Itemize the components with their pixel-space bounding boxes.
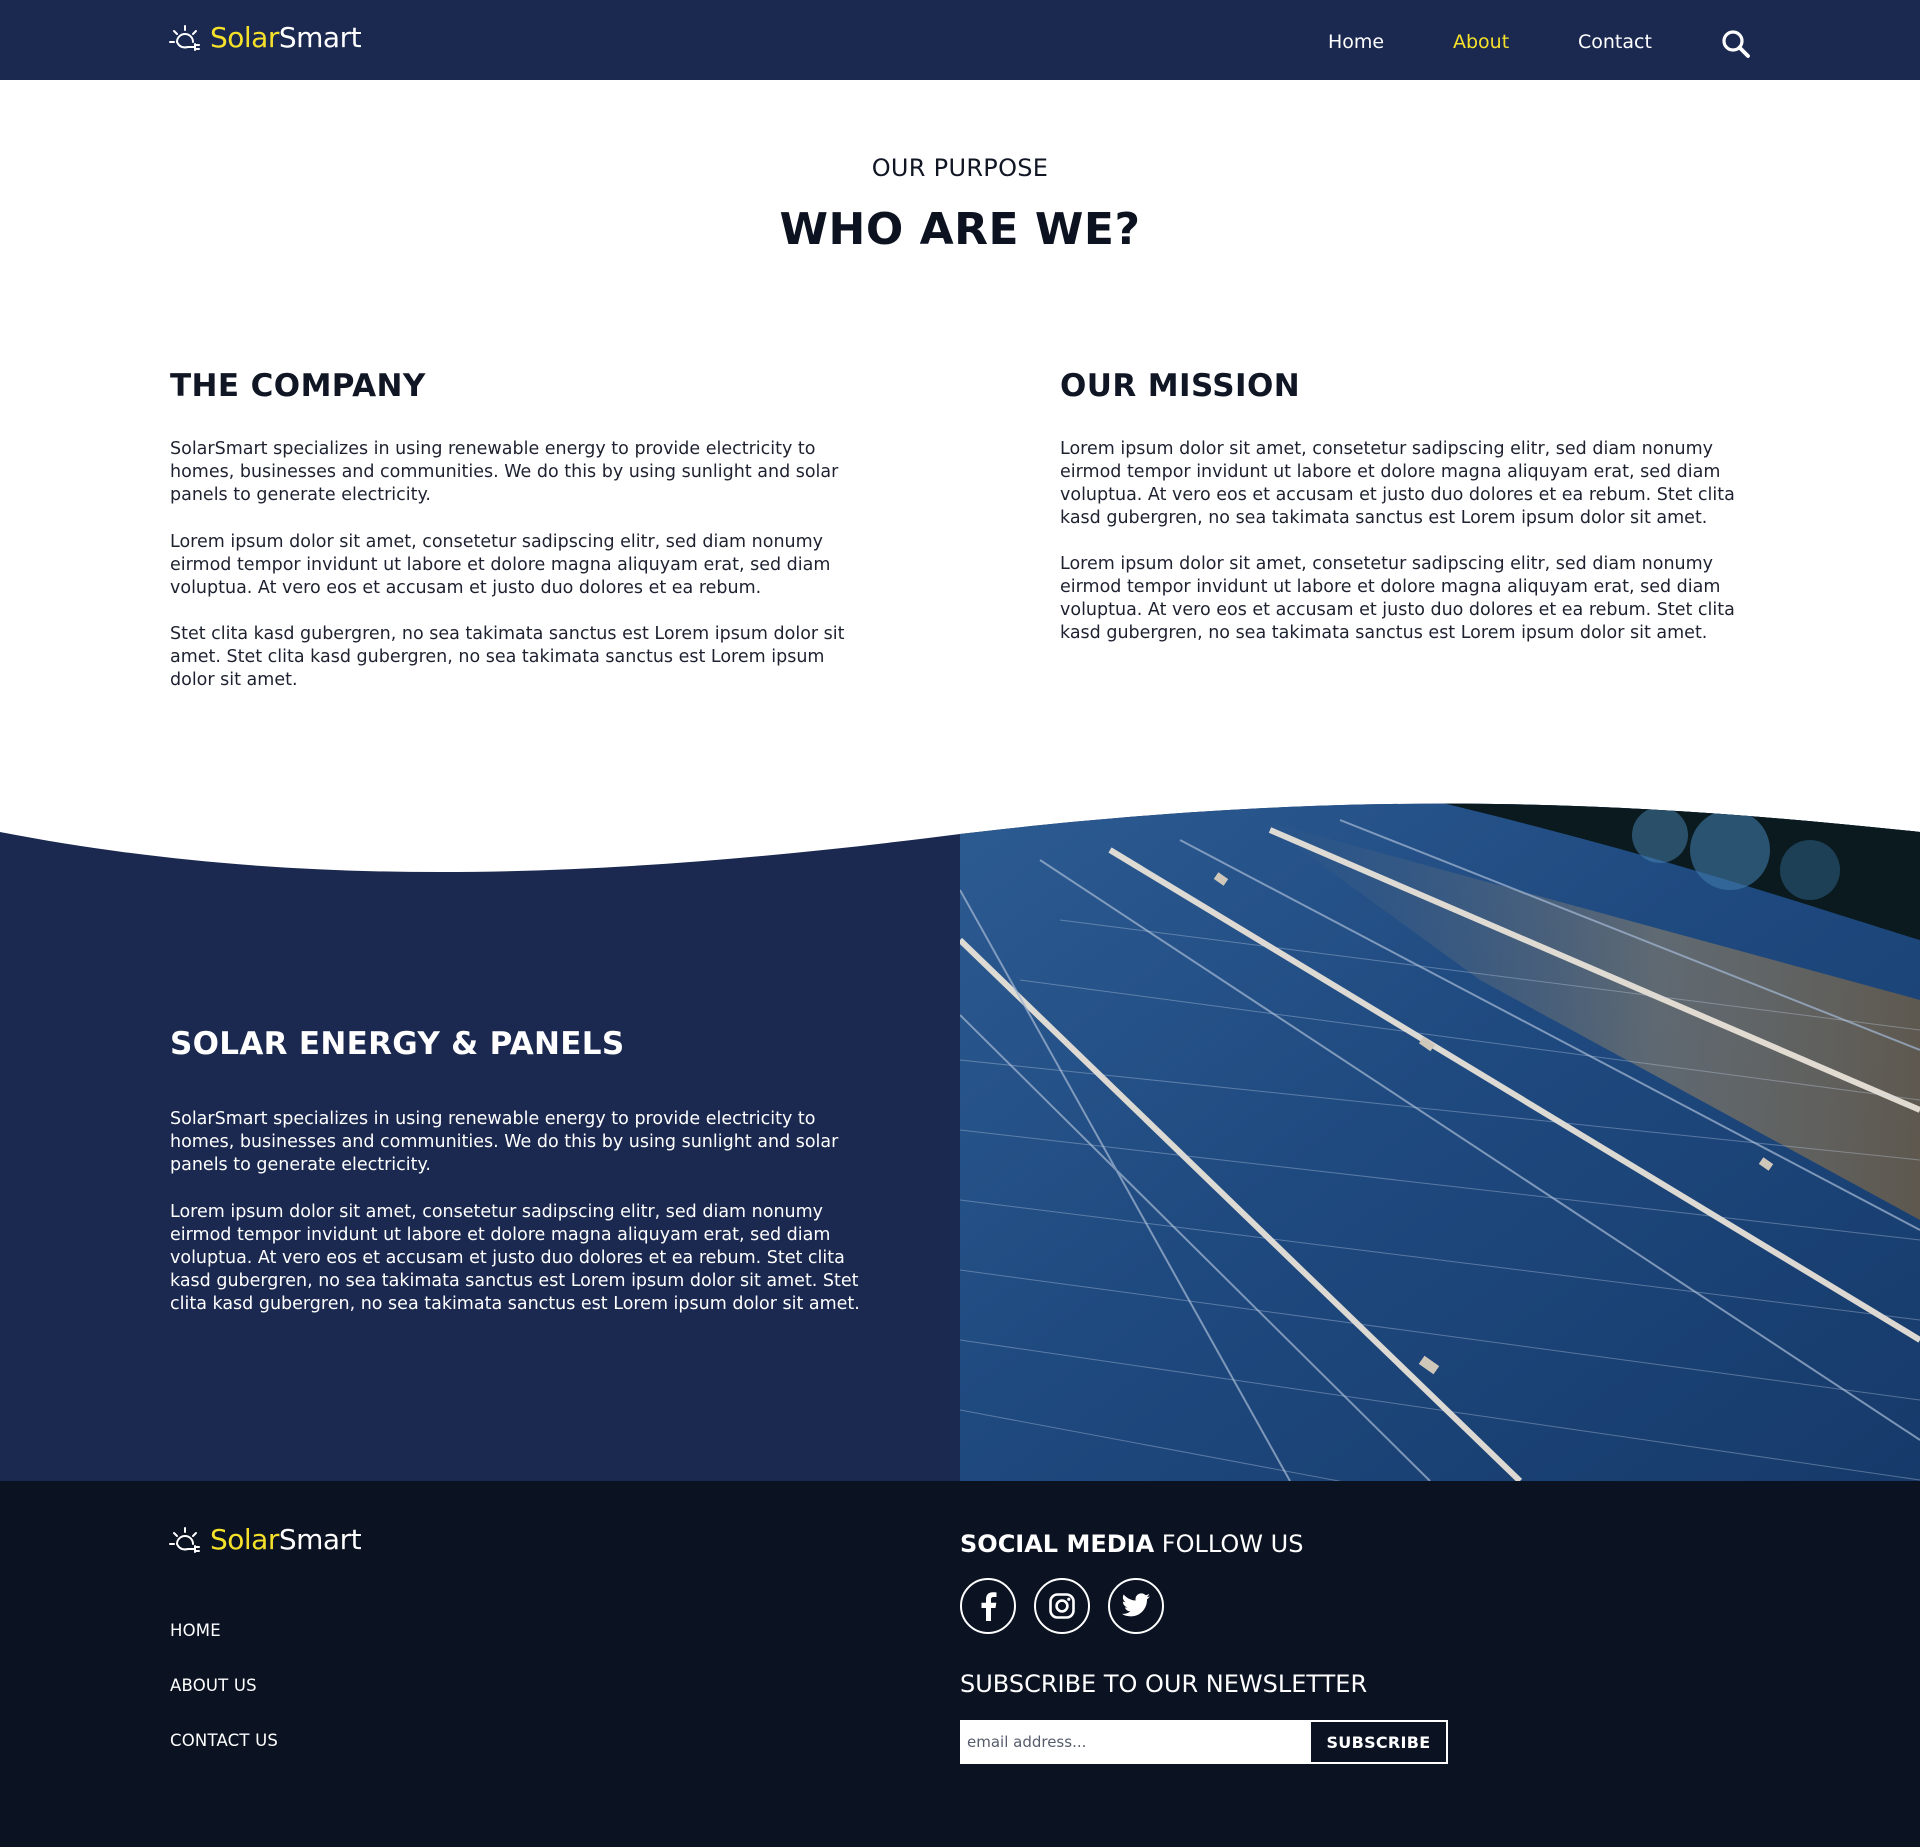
sun-plug-icon [169, 25, 200, 51]
twitter-icon[interactable] [1108, 1578, 1164, 1634]
footer-link-about[interactable]: ABOUT US [170, 1676, 257, 1695]
company-paragraph: Stet clita kasd gubergren, no sea takima… [170, 624, 845, 690]
facebook-icon[interactable] [960, 1578, 1016, 1634]
section-eyebrow: OUR PURPOSE [871, 154, 1049, 182]
solar-paragraph: Lorem ipsum dolor sit amet, consetetur s… [170, 1202, 860, 1314]
solar-paragraph: SolarSmart specializes in using renewabl… [170, 1109, 839, 1175]
mission-title: OUR MISSION [1060, 368, 1301, 404]
solar-panels-photo [960, 800, 1920, 1481]
sun-plug-icon [169, 1527, 200, 1553]
social-media-heading: SOCIAL MEDIA FOLLOW US [960, 1530, 1304, 1558]
brand-wordmark: SolarSmart [210, 1523, 362, 1556]
solar-title: SOLAR ENERGY & PANELS [170, 1026, 625, 1062]
instagram-icon[interactable] [1034, 1578, 1090, 1634]
nav-about[interactable]: About [1453, 31, 1509, 53]
footer-link-contact[interactable]: CONTACT US [170, 1731, 278, 1750]
company-paragraph: SolarSmart specializes in using renewabl… [170, 439, 839, 505]
newsletter-heading: SUBSCRIBE TO OUR NEWSLETTER [960, 1670, 1368, 1698]
page-title: WHO ARE WE? [779, 204, 1141, 255]
email-input[interactable] [960, 1720, 1309, 1764]
brand-wordmark: SolarSmart [210, 21, 362, 54]
footer-link-home[interactable]: HOME [170, 1621, 221, 1640]
mission-paragraph: Lorem ipsum dolor sit amet, consetetur s… [1060, 554, 1735, 643]
footer-brand-logo[interactable]: SolarSmart [168, 1523, 362, 1556]
subscribe-button[interactable]: SUBSCRIBE [1309, 1720, 1448, 1764]
brand-logo[interactable]: SolarSmart [168, 21, 362, 54]
nav-home[interactable]: Home [1328, 31, 1384, 53]
company-title: THE COMPANY [170, 368, 426, 404]
company-paragraph: Lorem ipsum dolor sit amet, consetetur s… [170, 532, 831, 598]
navbar: SolarSmart Home About Contact [0, 0, 1920, 80]
mission-paragraph: Lorem ipsum dolor sit amet, consetetur s… [1060, 439, 1735, 528]
search-icon[interactable] [1720, 28, 1752, 60]
nav-contact[interactable]: Contact [1578, 31, 1652, 53]
